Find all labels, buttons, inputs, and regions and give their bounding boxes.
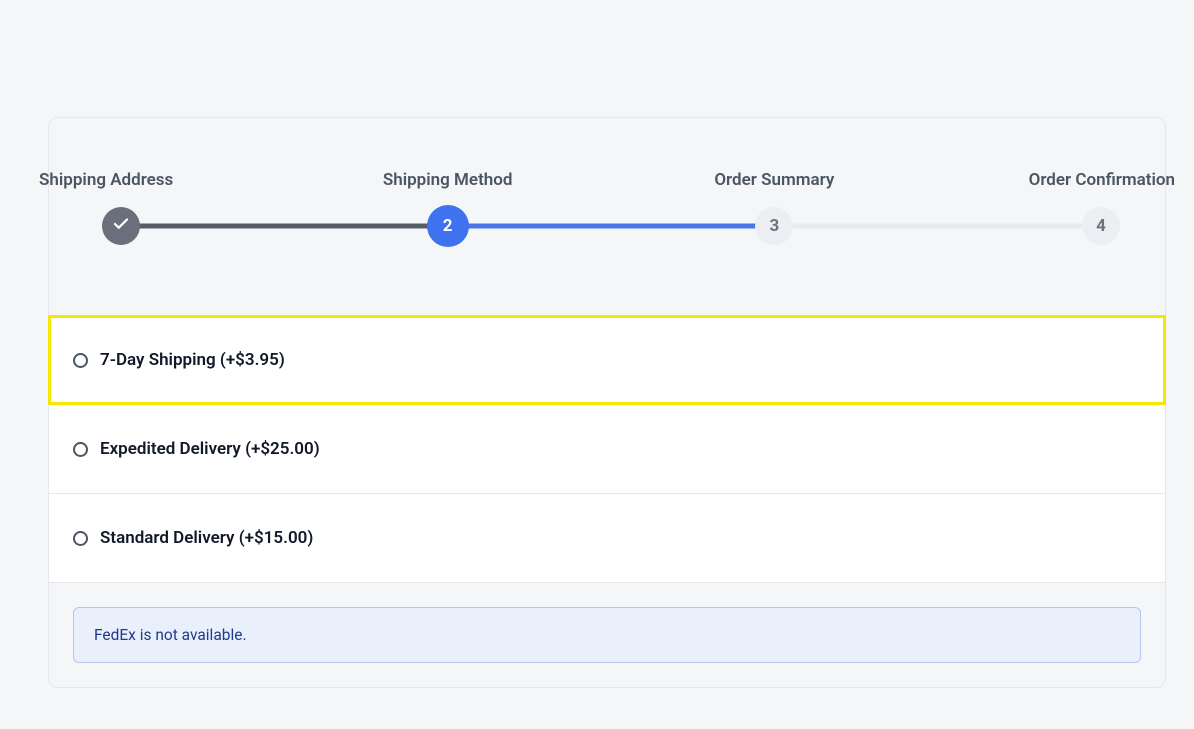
step-dot-shipping-method[interactable]: 2 xyxy=(427,205,469,247)
stepper: Shipping Address Shipping Method Order S… xyxy=(49,118,1165,316)
step-number: 2 xyxy=(443,216,453,236)
stepper-segment-1 xyxy=(121,224,448,229)
step-label-shipping-address: Shipping Address xyxy=(39,170,173,190)
shipping-option-label: Standard Delivery (+$15.00) xyxy=(100,528,313,548)
step-number: 4 xyxy=(1096,216,1106,236)
radio-icon xyxy=(73,353,88,368)
radio-icon xyxy=(73,442,88,457)
stepper-track: 2 3 4 xyxy=(49,206,1165,246)
alert-banner: FedEx is not available. xyxy=(73,607,1141,663)
shipping-option-label: 7-Day Shipping (+$3.95) xyxy=(100,350,285,370)
shipping-option-standard[interactable]: Standard Delivery (+$15.00) xyxy=(49,493,1165,583)
stepper-segment-3 xyxy=(774,224,1101,229)
shipping-option-7day[interactable]: 7-Day Shipping (+$3.95) xyxy=(49,316,1165,404)
step-label-order-confirmation: Order Confirmation xyxy=(1029,170,1175,190)
checkout-card: Shipping Address Shipping Method Order S… xyxy=(48,117,1166,688)
step-dot-order-confirmation[interactable]: 4 xyxy=(1082,207,1120,245)
step-number: 3 xyxy=(769,216,779,236)
radio-icon xyxy=(73,531,88,546)
shipping-option-expedited[interactable]: Expedited Delivery (+$25.00) xyxy=(49,404,1165,493)
shipping-options: 7-Day Shipping (+$3.95) Expedited Delive… xyxy=(49,316,1165,583)
step-label-order-summary: Order Summary xyxy=(714,170,834,190)
alert-message: FedEx is not available. xyxy=(94,626,247,644)
check-icon xyxy=(112,215,130,238)
stepper-segment-2 xyxy=(448,224,775,229)
step-dot-shipping-address[interactable] xyxy=(102,207,140,245)
step-label-shipping-method: Shipping Method xyxy=(383,170,513,190)
step-dot-order-summary[interactable]: 3 xyxy=(755,207,793,245)
stepper-labels: Shipping Address Shipping Method Order S… xyxy=(49,170,1165,194)
shipping-option-label: Expedited Delivery (+$25.00) xyxy=(100,439,320,459)
